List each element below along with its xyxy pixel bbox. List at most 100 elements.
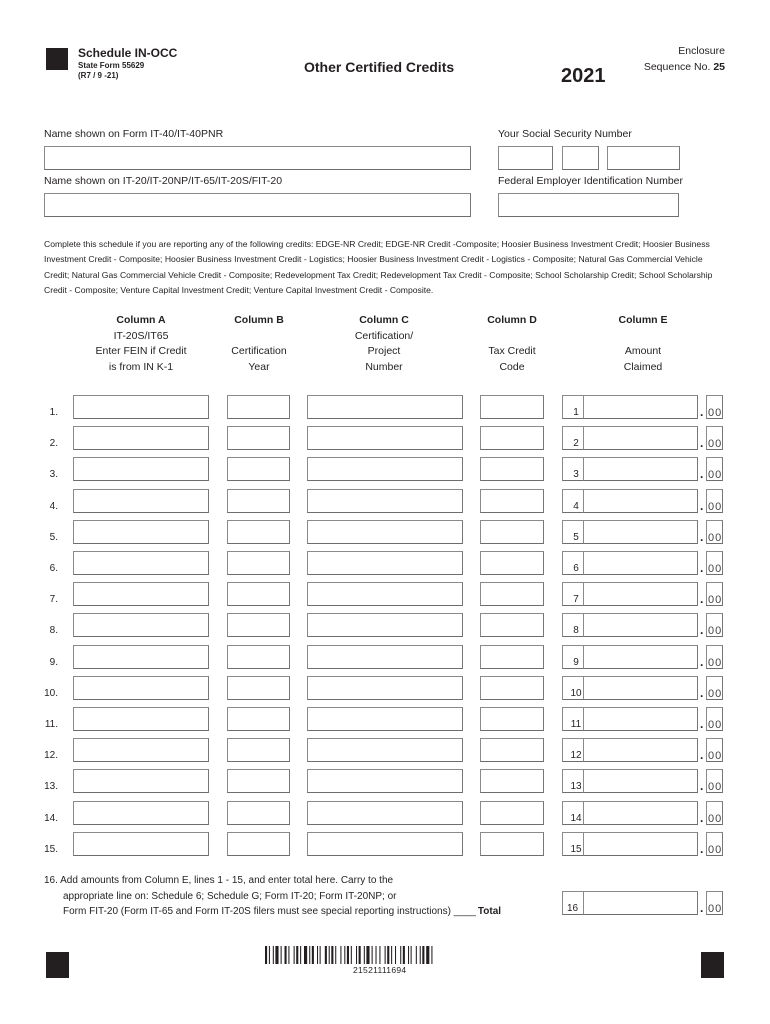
column-b-certification-year-field[interactable] bbox=[227, 582, 290, 606]
column-e-amount-field[interactable] bbox=[583, 582, 698, 606]
column-c-project-number-field[interactable] bbox=[307, 707, 463, 731]
column-e-header: Column E Amount Claimed bbox=[593, 313, 693, 375]
column-b-certification-year-field[interactable] bbox=[227, 769, 290, 793]
column-d-tax-credit-code-field[interactable] bbox=[480, 769, 544, 793]
column-b-certification-year-field[interactable] bbox=[227, 801, 290, 825]
column-c-project-number-field[interactable] bbox=[307, 676, 463, 700]
column-c-project-number-field[interactable] bbox=[307, 457, 463, 481]
barcode-bar bbox=[395, 946, 397, 964]
column-e-amount-field[interactable] bbox=[583, 395, 698, 419]
column-c-project-number-field[interactable] bbox=[307, 582, 463, 606]
column-e-amount-field[interactable] bbox=[583, 613, 698, 637]
column-d-tax-credit-code-field[interactable] bbox=[480, 551, 544, 575]
ssn-field-part2[interactable] bbox=[562, 146, 599, 170]
column-b-certification-year-field[interactable] bbox=[227, 457, 290, 481]
barcode-bar bbox=[402, 946, 405, 964]
column-e-amount-field[interactable] bbox=[583, 801, 698, 825]
barcode-bar bbox=[335, 946, 337, 964]
column-a-fein-field[interactable] bbox=[73, 738, 209, 762]
column-e-amount-field[interactable] bbox=[583, 426, 698, 450]
column-c-project-number-field[interactable] bbox=[307, 645, 463, 669]
column-e-amount-field[interactable] bbox=[583, 707, 698, 731]
column-a-fein-field[interactable] bbox=[73, 676, 209, 700]
ssn-field-part1[interactable] bbox=[498, 146, 553, 170]
column-d-tax-credit-code-field[interactable] bbox=[480, 676, 544, 700]
column-a-fein-field[interactable] bbox=[73, 426, 209, 450]
column-d-tax-credit-code-field[interactable] bbox=[480, 426, 544, 450]
line-16-total-amount-field[interactable] bbox=[583, 891, 698, 915]
column-a-fein-field[interactable] bbox=[73, 582, 209, 606]
column-c-project-number-field[interactable] bbox=[307, 738, 463, 762]
column-c-project-number-field[interactable] bbox=[307, 520, 463, 544]
column-c-project-number-field[interactable] bbox=[307, 426, 463, 450]
name-it20-field[interactable] bbox=[44, 193, 471, 217]
column-e-amount-field[interactable] bbox=[583, 520, 698, 544]
column-b-certification-year-field[interactable] bbox=[227, 520, 290, 544]
column-d-tax-credit-code-field[interactable] bbox=[480, 489, 544, 513]
barcode-bar bbox=[371, 946, 373, 964]
column-a-fein-field[interactable] bbox=[73, 551, 209, 575]
column-b-certification-year-field[interactable] bbox=[227, 645, 290, 669]
cents-box: 00 bbox=[706, 613, 723, 637]
column-a-fein-field[interactable] bbox=[73, 832, 209, 856]
column-a-fein-field[interactable] bbox=[73, 520, 209, 544]
column-e-amount-field[interactable] bbox=[583, 676, 698, 700]
cents-value: 00 bbox=[708, 532, 723, 544]
column-c-header: Column C Certification/ Project Number bbox=[334, 313, 434, 375]
column-e-amount-field[interactable] bbox=[583, 457, 698, 481]
column-a-fein-field[interactable] bbox=[73, 801, 209, 825]
line-label: 3. bbox=[49, 469, 58, 480]
column-e-amount-field[interactable] bbox=[583, 738, 698, 762]
column-d-tax-credit-code-field[interactable] bbox=[480, 738, 544, 762]
column-b-certification-year-field[interactable] bbox=[227, 613, 290, 637]
column-d-tax-credit-code-field[interactable] bbox=[480, 801, 544, 825]
column-b-certification-year-field[interactable] bbox=[227, 426, 290, 450]
column-d-tax-credit-code-field[interactable] bbox=[480, 395, 544, 419]
barcode-bar bbox=[311, 946, 314, 964]
column-b-certification-year-field[interactable] bbox=[227, 707, 290, 731]
column-a-fein-field[interactable] bbox=[73, 707, 209, 731]
name-it40-field[interactable] bbox=[44, 146, 471, 170]
decimal-point: . bbox=[700, 530, 704, 544]
column-a-fein-field[interactable] bbox=[73, 489, 209, 513]
cents-box: 00 bbox=[706, 426, 723, 450]
column-c-project-number-field[interactable] bbox=[307, 395, 463, 419]
column-d-tax-credit-code-field[interactable] bbox=[480, 582, 544, 606]
column-b-certification-year-field[interactable] bbox=[227, 551, 290, 575]
column-d-tax-credit-code-field[interactable] bbox=[480, 707, 544, 731]
column-a-fein-field[interactable] bbox=[73, 457, 209, 481]
decimal-point: . bbox=[700, 592, 704, 606]
column-b-certification-year-field[interactable] bbox=[227, 676, 290, 700]
column-c-project-number-field[interactable] bbox=[307, 489, 463, 513]
column-d-tax-credit-code-field[interactable] bbox=[480, 613, 544, 637]
column-b-certification-year-field[interactable] bbox=[227, 489, 290, 513]
column-a-fein-field[interactable] bbox=[73, 645, 209, 669]
column-a-fein-field[interactable] bbox=[73, 769, 209, 793]
barcode-bar bbox=[350, 946, 352, 964]
column-a-fein-field[interactable] bbox=[73, 395, 209, 419]
column-c-project-number-field[interactable] bbox=[307, 551, 463, 575]
column-e-amount-field[interactable] bbox=[583, 769, 698, 793]
column-e-amount-field[interactable] bbox=[583, 489, 698, 513]
column-b-certification-year-field[interactable] bbox=[227, 832, 290, 856]
ssn-field-part3[interactable] bbox=[607, 146, 680, 170]
column-c-project-number-field[interactable] bbox=[307, 832, 463, 856]
barcode-bar bbox=[288, 946, 290, 964]
column-c-project-number-field[interactable] bbox=[307, 801, 463, 825]
column-d-tax-credit-code-field[interactable] bbox=[480, 832, 544, 856]
column-e-amount-field[interactable] bbox=[583, 645, 698, 669]
fein-field[interactable] bbox=[498, 193, 679, 217]
column-d-tax-credit-code-field[interactable] bbox=[480, 520, 544, 544]
line-label: 14. bbox=[44, 813, 58, 824]
column-e-amount-field[interactable] bbox=[583, 832, 698, 856]
barcode-bar bbox=[324, 946, 327, 964]
column-c-project-number-field[interactable] bbox=[307, 769, 463, 793]
column-e-amount-field[interactable] bbox=[583, 551, 698, 575]
column-b-certification-year-field[interactable] bbox=[227, 395, 290, 419]
column-d-tax-credit-code-field[interactable] bbox=[480, 457, 544, 481]
column-e-line-number-box: 14 bbox=[562, 801, 584, 825]
column-d-tax-credit-code-field[interactable] bbox=[480, 645, 544, 669]
column-c-project-number-field[interactable] bbox=[307, 613, 463, 637]
column-b-certification-year-field[interactable] bbox=[227, 738, 290, 762]
column-a-fein-field[interactable] bbox=[73, 613, 209, 637]
